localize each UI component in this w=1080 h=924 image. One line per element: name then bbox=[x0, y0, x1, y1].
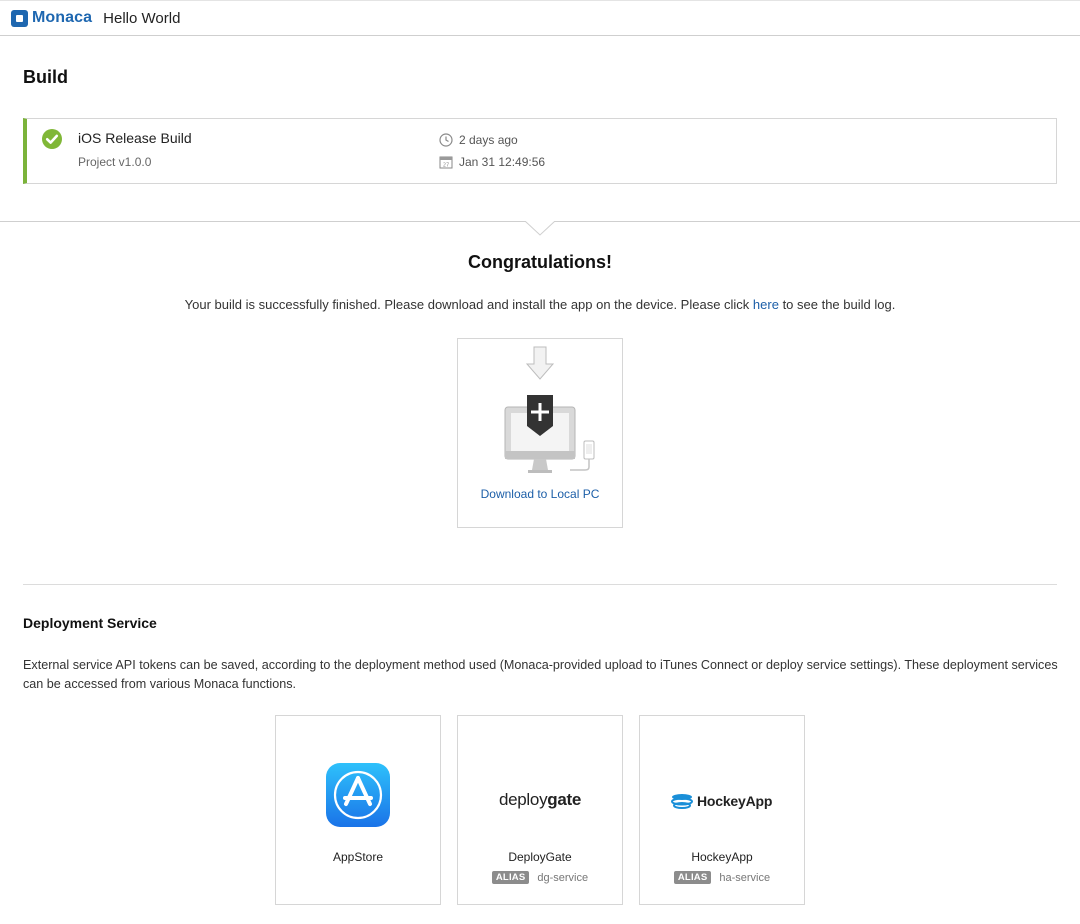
build-timestamp: 27 Jan 31 12:49:56 bbox=[439, 155, 545, 169]
congratulations-message: Your build is successfully finished. Ple… bbox=[0, 297, 1080, 312]
service-name: DeployGate bbox=[508, 850, 572, 864]
appstore-icon bbox=[326, 763, 390, 827]
deploygate-logo-bold: gate bbox=[547, 790, 582, 809]
download-label: Download to Local PC bbox=[480, 487, 600, 501]
hockeyapp-logo: HockeyApp bbox=[670, 790, 780, 812]
monaca-logo-icon bbox=[11, 9, 28, 27]
deploygate-logo-light: deploy bbox=[498, 790, 548, 809]
build-log-link[interactable]: here bbox=[753, 297, 779, 312]
alias-badge: ALIAS bbox=[673, 871, 712, 884]
congratulations-heading: Congratulations! bbox=[468, 252, 612, 272]
deployment-service-heading: Deployment Service bbox=[23, 615, 157, 631]
service-alias: ALIAS ha-service bbox=[640, 871, 804, 884]
brand-name: Monaca bbox=[32, 9, 93, 26]
check-circle-icon bbox=[42, 129, 62, 149]
alias-value: ha-service bbox=[719, 871, 771, 884]
horizontal-divider bbox=[23, 584, 1057, 585]
top-bar: Monaca Hello World bbox=[0, 0, 1080, 36]
deployment-service-description: External service API tokens can be saved… bbox=[23, 658, 1058, 691]
hockeyapp-logo-text: HockeyApp bbox=[697, 793, 773, 809]
section-divider bbox=[0, 221, 1080, 237]
build-summary-card: iOS Release Build Project v1.0.0 2 days … bbox=[23, 118, 1057, 184]
monaca-logo[interactable]: Monaca bbox=[11, 8, 92, 28]
service-name: AppStore bbox=[332, 850, 384, 864]
deploygate-service-card[interactable]: deploygate DeployGate ALIAS dg-service bbox=[457, 715, 623, 905]
hockeyapp-icon bbox=[671, 794, 693, 809]
timestamp-text: Jan 31 12:49:56 bbox=[459, 155, 546, 169]
svg-text:27: 27 bbox=[443, 163, 449, 169]
build-header-section: Build iOS Release Build Project v1.0.0 2… bbox=[0, 37, 1080, 222]
alias-value: dg-service bbox=[537, 871, 589, 884]
page-title: Build bbox=[23, 67, 68, 87]
service-alias: ALIAS dg-service bbox=[458, 871, 622, 884]
message-text-before: Your build is successfully finished. Ple… bbox=[184, 297, 753, 312]
build-version: Project v1.0.0 bbox=[78, 155, 152, 169]
appstore-service-card[interactable]: AppStore bbox=[275, 715, 441, 905]
hockeyapp-service-card[interactable]: HockeyApp HockeyApp ALIAS ha-service bbox=[639, 715, 805, 905]
service-name: HockeyApp bbox=[691, 850, 753, 864]
build-relative-time: 2 days ago bbox=[439, 133, 518, 147]
project-name: Hello World bbox=[103, 9, 181, 27]
download-to-local-pc-button[interactable]: Download to Local PC bbox=[457, 338, 623, 528]
calendar-icon: 27 bbox=[439, 155, 453, 169]
relative-time-text: 2 days ago bbox=[459, 133, 518, 147]
alias-badge: ALIAS bbox=[491, 871, 530, 884]
message-text-after: to see the build log. bbox=[778, 297, 896, 312]
download-to-computer-icon bbox=[504, 346, 595, 473]
clock-icon bbox=[439, 133, 453, 147]
deploygate-logo: deploygate bbox=[458, 790, 622, 810]
build-name: iOS Release Build bbox=[78, 130, 192, 146]
